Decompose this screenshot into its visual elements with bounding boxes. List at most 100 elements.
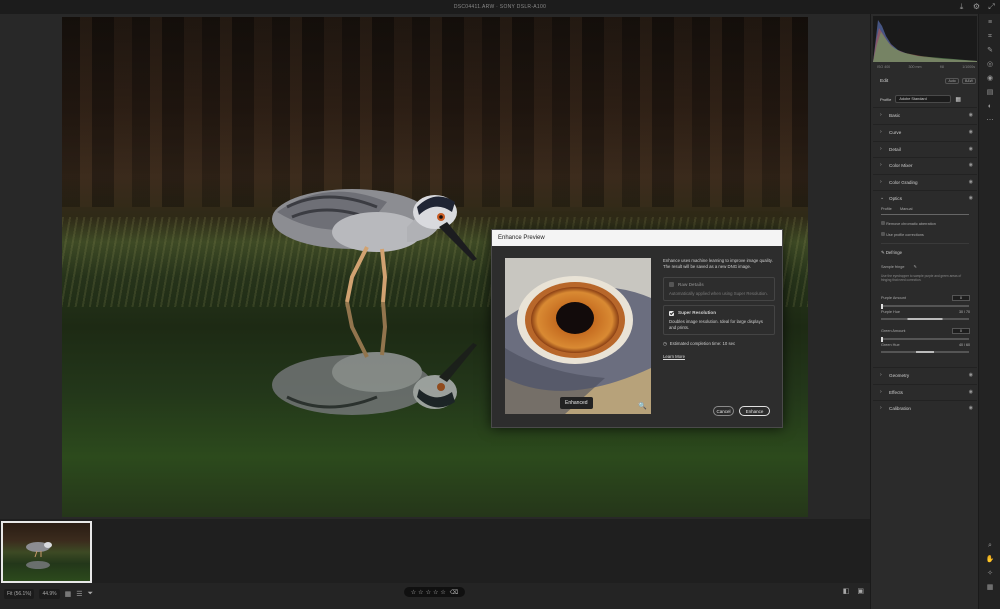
raw-details-option: Raw Details Automatically applied when u… (663, 277, 775, 302)
section-color-mixer[interactable]: › Color Mixer ◉ (873, 157, 977, 172)
star-icon[interactable]: ☆ (426, 589, 431, 596)
expand-icon[interactable]: ⤢ (987, 2, 996, 11)
bottom-bar: Fit (56.1%) 44.9% ▦ ☰ ⏷ ☆ ☆ ☆ ☆ ☆ ⌫ ◧ ▣ (0, 583, 870, 609)
save-icon[interactable]: ⤓ (957, 2, 966, 11)
star-icon[interactable]: ☆ (433, 589, 438, 596)
toggle-panel-icon[interactable]: ▣ (857, 587, 864, 595)
star-icon[interactable]: ☆ (418, 589, 423, 596)
eyedropper-icon[interactable]: ✎ (881, 250, 885, 255)
zoom-controls: Fit (56.1%) 44.9% ▦ ☰ ⏷ (4, 589, 93, 599)
edit-label: Edit (880, 78, 889, 84)
purple-hue-label: Purple Hue (881, 310, 900, 314)
window-title: DSC04411.ARW · SONY DSLR-A100 (453, 4, 547, 10)
fit-zoom-field[interactable]: Fit (56.1%) (4, 589, 35, 599)
enhance-preview-image[interactable]: Enhanced 🔍 (505, 258, 651, 414)
section-geometry[interactable]: › Geometry ◉ (873, 367, 977, 382)
super-resolution-option: Super Resolution Doubles image resolutio… (663, 305, 775, 336)
use-profile-label: Use profile corrections (886, 233, 924, 237)
filmstrip-thumbnail[interactable] (1, 521, 92, 583)
mask-icon[interactable]: ◎ (985, 60, 995, 70)
remove-ca-checkbox[interactable] (881, 221, 885, 225)
fringe-eyedropper-icon[interactable]: ✎ (914, 265, 917, 269)
eye-closeup-image (505, 258, 651, 414)
eye-icon[interactable]: ◉ (969, 112, 973, 118)
super-resolution-label: Super Resolution (678, 310, 717, 316)
profile-dropdown[interactable]: Adobe Standard (895, 95, 952, 103)
chevron-right-icon: › (880, 405, 882, 411)
zoom-icon[interactable]: 🔍 (638, 402, 647, 410)
eye-icon[interactable]: ◉ (969, 146, 973, 152)
crop-icon[interactable]: ⌗ (985, 32, 995, 42)
section-detail[interactable]: › Detail ◉ (873, 141, 977, 156)
purple-hue-slider[interactable] (881, 318, 969, 320)
eye-icon[interactable]: ◉ (969, 372, 973, 378)
profile-browser-icon[interactable]: ▦ (955, 96, 961, 103)
gear-icon[interactable]: ⚙ (972, 2, 981, 11)
section-calibration[interactable]: › Calibration ◉ (873, 400, 977, 415)
snapshots-icon[interactable]: ▤ (985, 88, 995, 98)
star-rating[interactable]: ☆ ☆ ☆ ☆ ☆ ⌫ (404, 587, 465, 597)
sort-icon[interactable]: ☰ (76, 590, 82, 598)
eye-icon[interactable]: ◉ (969, 179, 973, 185)
zoom-level-dropdown[interactable]: 44.9% (39, 589, 60, 599)
eye-icon[interactable]: ◉ (969, 162, 973, 168)
use-profile-row[interactable]: Use profile corrections (881, 232, 924, 237)
section-optics[interactable]: ⌄ Optics ◉ (873, 190, 977, 205)
section-basic[interactable]: › Basic ◉ (873, 107, 977, 122)
purple-amount-slider[interactable] (881, 303, 969, 309)
tool-strip: ≡ ⌗ ✎ ◎ ◉ ▤ ◐ ⋯ ⌕ ✋ ✧ ▦ (978, 14, 1000, 609)
remove-ca-row[interactable]: Remove chromatic aberration (881, 221, 936, 226)
grid-view-icon[interactable]: ▦ (65, 590, 72, 598)
estimate-row: ◷ Estimated completion time: 10 sec (663, 341, 775, 347)
star-icon[interactable]: ☆ (411, 589, 416, 596)
slider-knob[interactable] (881, 336, 883, 342)
section-curve[interactable]: › Curve ◉ (873, 124, 977, 139)
green-hue-slider[interactable] (881, 351, 969, 353)
green-amount-slider[interactable] (881, 336, 969, 342)
hand-icon[interactable]: ✋ (985, 555, 995, 565)
divider (881, 243, 969, 244)
tab-profile[interactable]: Profile (881, 207, 892, 211)
green-amount-input[interactable]: 0 (952, 328, 970, 334)
slider-knob[interactable] (881, 303, 883, 309)
auto-button[interactable]: Auto (945, 78, 959, 84)
enhance-button[interactable]: Enhance (739, 406, 770, 416)
eye-icon[interactable]: ◉ (969, 129, 973, 135)
bottom-right-icons: ◧ ▣ (843, 587, 864, 595)
filter-icon[interactable]: ⏷ (88, 590, 94, 598)
section-effects[interactable]: › Effects ◉ (873, 384, 977, 399)
sample-fringe-label: Sample fringe (881, 265, 905, 269)
presets-icon[interactable]: ◐ (985, 102, 995, 112)
eye-icon[interactable]: ◉ (969, 405, 973, 411)
zoom-icon[interactable]: ⌕ (985, 541, 995, 551)
grid-overlay-icon[interactable]: ▦ (985, 583, 995, 593)
section-color-grading[interactable]: › Color Grading ◉ (873, 174, 977, 189)
redeye-icon[interactable]: ◉ (985, 74, 995, 84)
eye-icon[interactable]: ◉ (969, 195, 973, 201)
dialog-intro: Enhance uses machine learning to improve… (663, 258, 773, 269)
use-profile-checkbox[interactable] (881, 232, 885, 236)
delete-flag-icon[interactable]: ⌫ (450, 589, 458, 596)
camera-info: ISO 400 300 mm f/8 1/1000s (877, 65, 975, 69)
defringe-header[interactable]: ✎ Defringe (881, 250, 902, 256)
thumbnail-image (26, 542, 52, 569)
cancel-button[interactable]: Cancel (713, 406, 734, 416)
before-after-icon[interactable]: ◧ (843, 587, 850, 595)
healing-icon[interactable]: ✎ (985, 46, 995, 56)
chevron-right-icon: › (880, 372, 882, 378)
super-resolution-desc: Doubles image resolution. Ideal for larg… (669, 318, 763, 330)
star-icon[interactable]: ☆ (440, 589, 445, 596)
tab-manual[interactable]: Manual (900, 207, 912, 211)
image-canvas[interactable]: Enhance Preview Enhanced 🔍 Enhance uses … (0, 14, 870, 519)
aperture-value: f/8 (939, 65, 944, 69)
sampler-icon[interactable]: ✧ (985, 569, 995, 579)
learn-more-link[interactable]: Learn More (663, 354, 775, 360)
purple-amount-input[interactable]: 0 (952, 295, 970, 301)
edit-sliders-icon[interactable]: ≡ (985, 18, 995, 28)
super-resolution-checkbox[interactable] (669, 310, 674, 316)
tab-divider (881, 214, 969, 215)
more-icon[interactable]: ⋯ (985, 116, 995, 126)
bw-button[interactable]: B&W (962, 78, 976, 84)
eye-icon[interactable]: ◉ (969, 389, 973, 395)
green-amount-label: Green Amount (881, 329, 906, 333)
